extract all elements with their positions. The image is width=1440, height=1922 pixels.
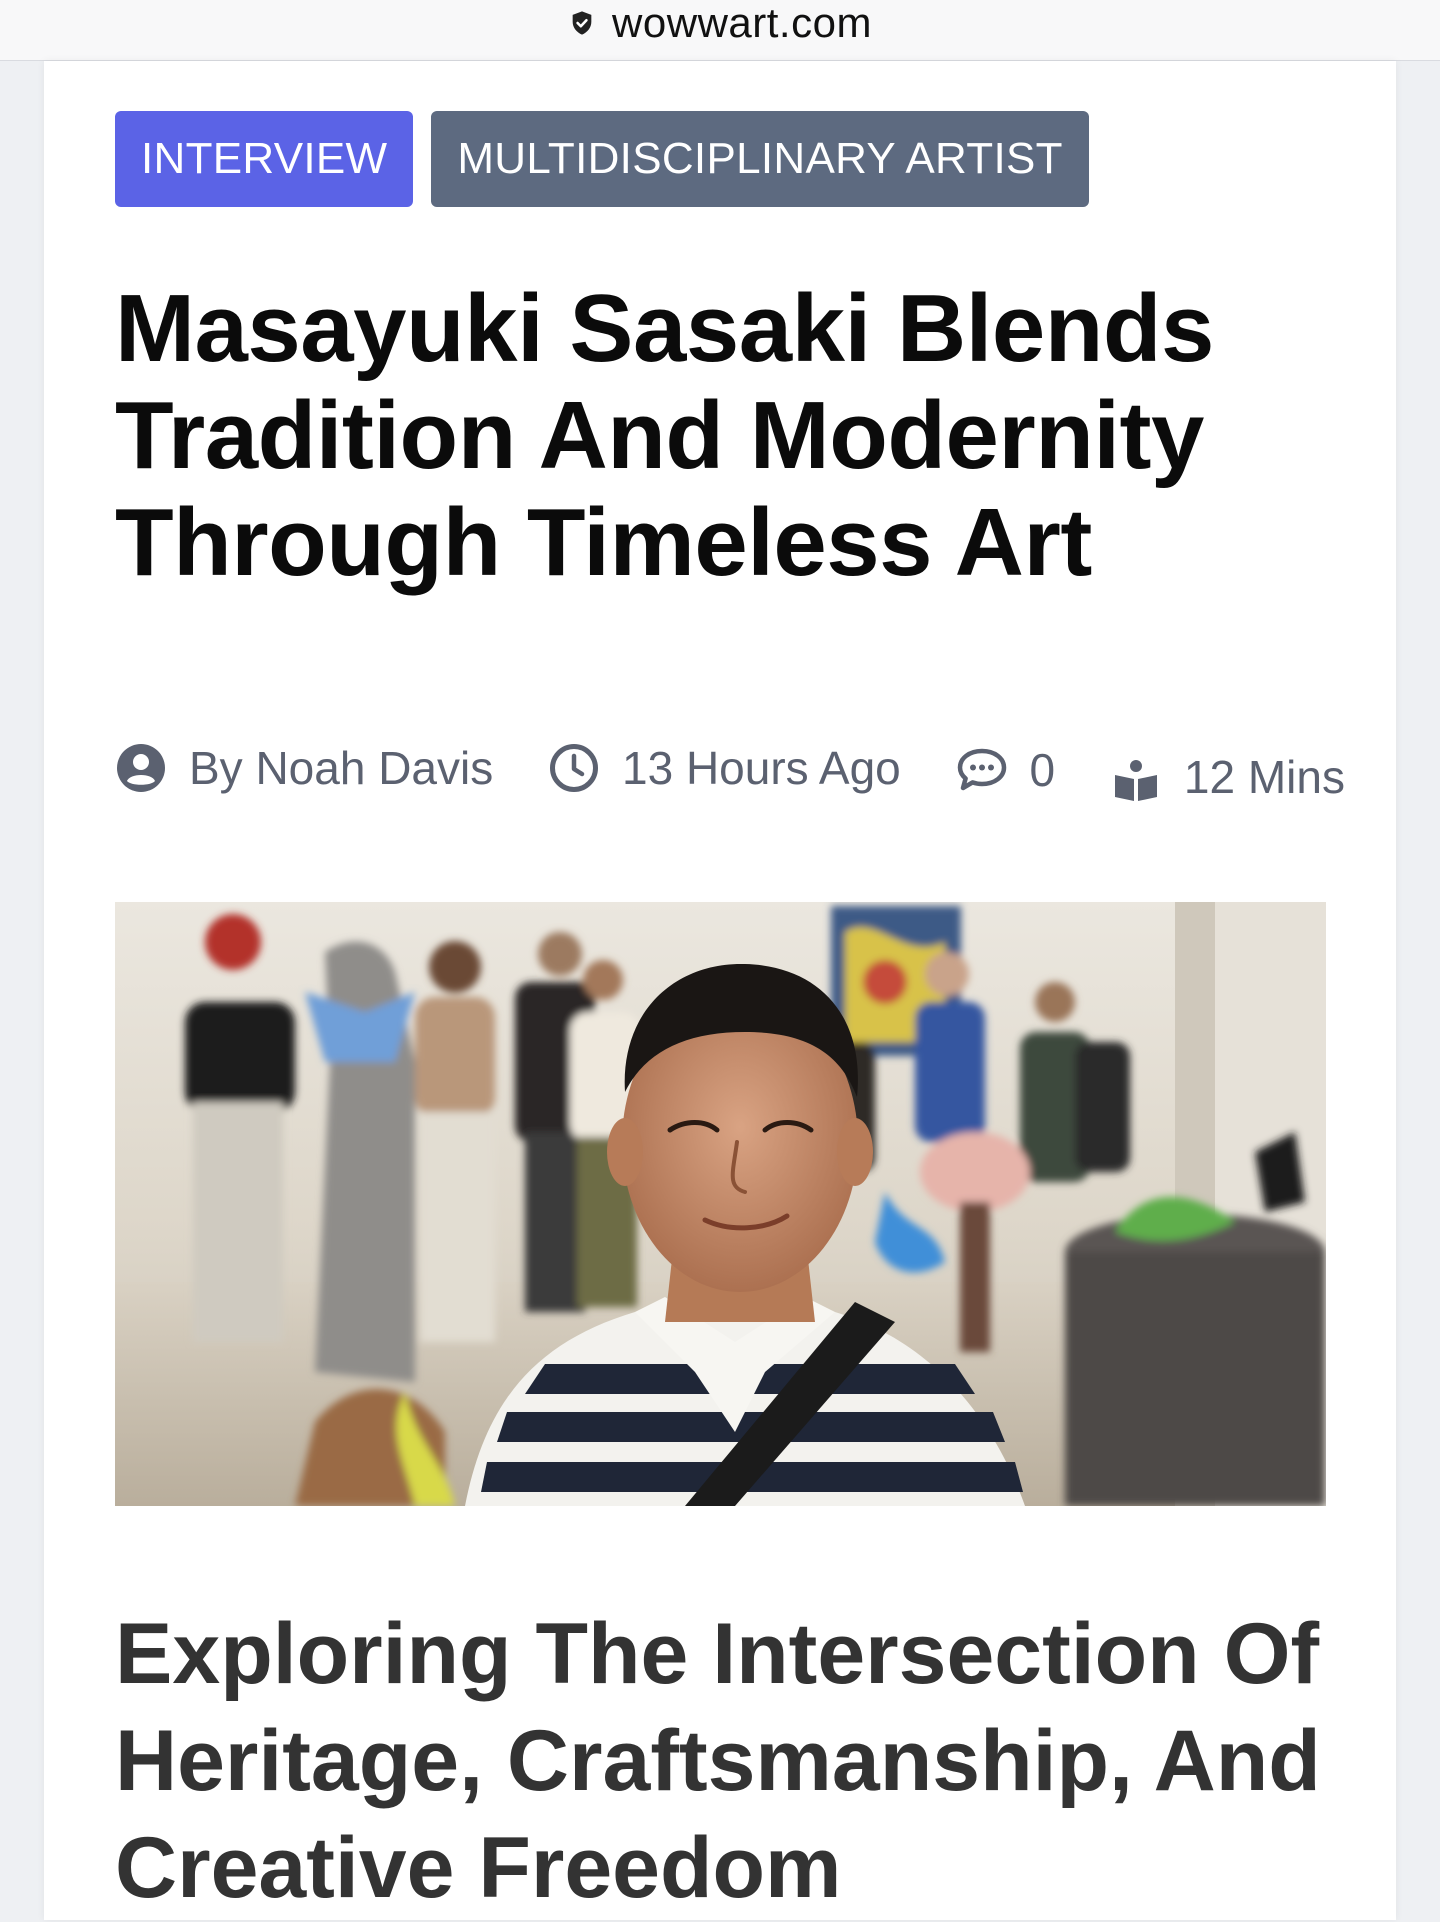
comment-count: 0 <box>1029 744 1056 796</box>
clock-icon <box>548 742 600 794</box>
author-name: By Noah Davis <box>189 742 494 794</box>
shield-lock-icon <box>568 9 596 37</box>
url-display[interactable]: wowwart.com <box>568 0 872 46</box>
hero-image-artist-portrait <box>115 902 1326 1506</box>
article-meta: By Noah Davis 13 Hours Ago 0 12 Mins <box>115 725 1345 820</box>
article-subheading: Exploring The Intersection Of Heritage, … <box>115 1606 1321 1916</box>
article-headline: Masayuki Sasaki Blends Tradition And Mod… <box>115 275 1214 596</box>
comments-link[interactable]: 0 <box>956 727 1056 813</box>
tag-multidisciplinary-artist[interactable]: MULTIDISCIPLINARY ARTIST <box>431 111 1089 207</box>
tag-interview[interactable]: INTERVIEW <box>115 111 414 207</box>
user-circle-icon <box>115 742 167 794</box>
browser-address-bar[interactable]: wowwart.com <box>0 0 1440 61</box>
article-card: INTERVIEW MULTIDISCIPLINARY ARTIST Masay… <box>44 61 1396 1920</box>
url-text: wowwart.com <box>612 0 872 46</box>
category-tags: INTERVIEW MULTIDISCIPLINARY ARTIST <box>115 111 1089 207</box>
read-time-text: 12 Mins <box>1183 751 1345 803</box>
comment-bubble-icon <box>956 744 1008 796</box>
published-time: 13 Hours Ago <box>548 725 901 811</box>
reading-icon <box>1110 755 1162 807</box>
published-text: 13 Hours Ago <box>622 742 901 794</box>
read-time: 12 Mins <box>1110 751 1345 803</box>
author-link[interactable]: By Noah Davis <box>115 725 493 811</box>
